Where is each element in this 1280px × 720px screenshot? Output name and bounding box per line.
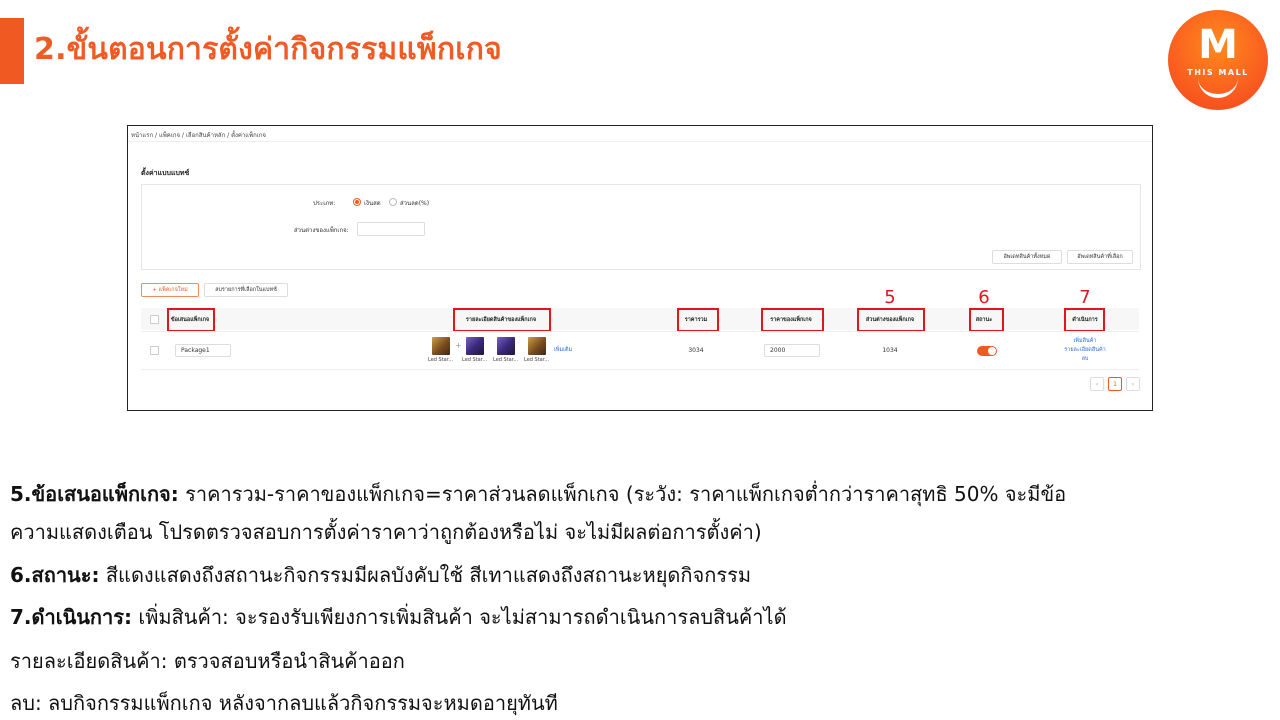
note-actions-text: เพิ่มสินค้า: จะรองรับเพียงการเพิ่มสินค้า…	[132, 605, 787, 629]
status-toggle[interactable]	[977, 346, 997, 356]
highlight-status	[969, 308, 1004, 332]
breadcrumb-divider	[128, 141, 1152, 142]
row-divider	[141, 369, 1139, 370]
logo-letter: M	[1198, 22, 1238, 68]
highlight-total-price	[677, 308, 719, 332]
package-settings-screenshot: หน้าแรก / แพ็คเกจ / เลือกสินค้าหลัก / ตั…	[127, 125, 1153, 411]
update-all-button[interactable]: อัพเดทสินค้าทั้งหมด	[992, 250, 1062, 264]
batch-settings-heading: ตั้งค่าแบบแบทช์	[141, 169, 190, 177]
type-radio-cash[interactable]	[353, 198, 361, 206]
note-status-text: สีแดงแสดงถึงสถานะกิจกรรมมีผลบังคับใช้ สี…	[99, 563, 752, 587]
highlight-package-diff	[857, 308, 925, 332]
action-delete[interactable]: ลบ	[1082, 355, 1089, 363]
package-diff-input[interactable]	[357, 222, 425, 236]
highlight-actions	[1064, 308, 1105, 332]
note-status-heading: 6.สถานะ:	[10, 563, 100, 587]
note-line-5: รายละเอียดสินค้า: ตรวจสอบหรือนำสินค้าออก	[10, 649, 405, 673]
package-diff-label: ส่วนต่างของแพ็กเกจ:	[294, 227, 349, 234]
type-option-percent[interactable]: ส่วนลด(%)	[400, 198, 429, 208]
highlight-package-price	[761, 308, 824, 332]
product-thumbnail	[528, 337, 546, 355]
breadcrumb[interactable]: หน้าแรก / แพ็คเกจ / เลือกสินค้าหลัก / ตั…	[131, 130, 266, 140]
callout-7: 7	[1079, 287, 1091, 308]
product-caption: Led Star...	[524, 357, 550, 363]
package-diff-cell: 1034	[882, 347, 898, 354]
batch-settings-panel	[141, 184, 1141, 270]
add-more-link[interactable]: เพิ่มเติม	[554, 346, 572, 354]
new-package-button[interactable]: + แพ็คเกจใหม่	[141, 283, 199, 297]
highlight-package-details	[453, 308, 551, 332]
logo-smile-icon	[1198, 78, 1238, 98]
note-line-4: 7.ดำเนินการ: เพิ่มสินค้า: จะรองรับเพียงก…	[10, 601, 787, 633]
product-caption: Led Star...	[428, 357, 454, 363]
row-checkbox[interactable]	[150, 346, 159, 355]
highlight-package-offer	[167, 308, 215, 332]
product-caption: Led Star...	[493, 357, 519, 363]
select-all-checkbox[interactable]	[150, 315, 159, 324]
note-line-2: ความแสดงเตือน โปรดตรวจสอบการตั้งค่าราคาว…	[10, 520, 762, 544]
callout-6: 6	[978, 287, 990, 308]
package-price-input[interactable]: 2000	[764, 344, 820, 357]
row-divider	[141, 331, 1139, 332]
type-label: ประเภท:	[313, 200, 336, 207]
pager-prev[interactable]: ‹	[1090, 377, 1104, 391]
type-option-cash[interactable]: เงินสด	[364, 198, 381, 208]
package-name-input[interactable]: Package1	[175, 344, 231, 357]
logo-text: THIS MALL	[1187, 68, 1249, 77]
total-price-cell: 3034	[688, 347, 704, 354]
slide-title: 2.ขั้นตอนการตั้งค่ากิจกรรมแพ็กเกจ	[34, 32, 502, 67]
note-offer-text: ราคารวม-ราคาของแพ็กเกจ=ราคาส่วนลดแพ็กเกจ…	[178, 482, 1067, 506]
note-offer-heading: 5.ข้อเสนอแพ็กเกจ:	[10, 482, 179, 506]
note-line-3: 6.สถานะ: สีแดงแสดงถึงสถานะกิจกรรมมีผลบัง…	[10, 559, 751, 591]
action-add-product[interactable]: เพิ่มสินค้า	[1073, 337, 1096, 345]
product-caption: Led Star...	[462, 357, 488, 363]
callout-5: 5	[884, 287, 896, 308]
plus-icon: +	[455, 341, 462, 350]
type-radio-percent[interactable]	[389, 198, 397, 206]
product-thumbnail	[466, 337, 484, 355]
product-thumbnail	[432, 337, 450, 355]
action-product-details[interactable]: รายละเอียดสินค้า	[1064, 346, 1105, 354]
note-line-1: 5.ข้อเสนอแพ็กเกจ: ราคารวม-ราคาของแพ็กเกจ…	[10, 478, 1066, 510]
delete-batch-button[interactable]: ลบรายการที่เลือกในแบทช์	[204, 283, 288, 297]
product-thumbnail	[497, 337, 515, 355]
note-actions-heading: 7.ดำเนินการ:	[10, 605, 132, 629]
title-accent-bar	[0, 18, 24, 84]
this-mall-logo: M THIS MALL	[1168, 10, 1268, 110]
pager-next[interactable]: ›	[1126, 377, 1140, 391]
pager-current[interactable]: 1	[1108, 377, 1122, 391]
note-line-6: ลบ: ลบกิจกรรมแพ็กเกจ หลังจากลบแล้วกิจกรร…	[10, 691, 558, 715]
update-selected-button[interactable]: อัพเดทสินค้าที่เลือก	[1067, 250, 1133, 264]
